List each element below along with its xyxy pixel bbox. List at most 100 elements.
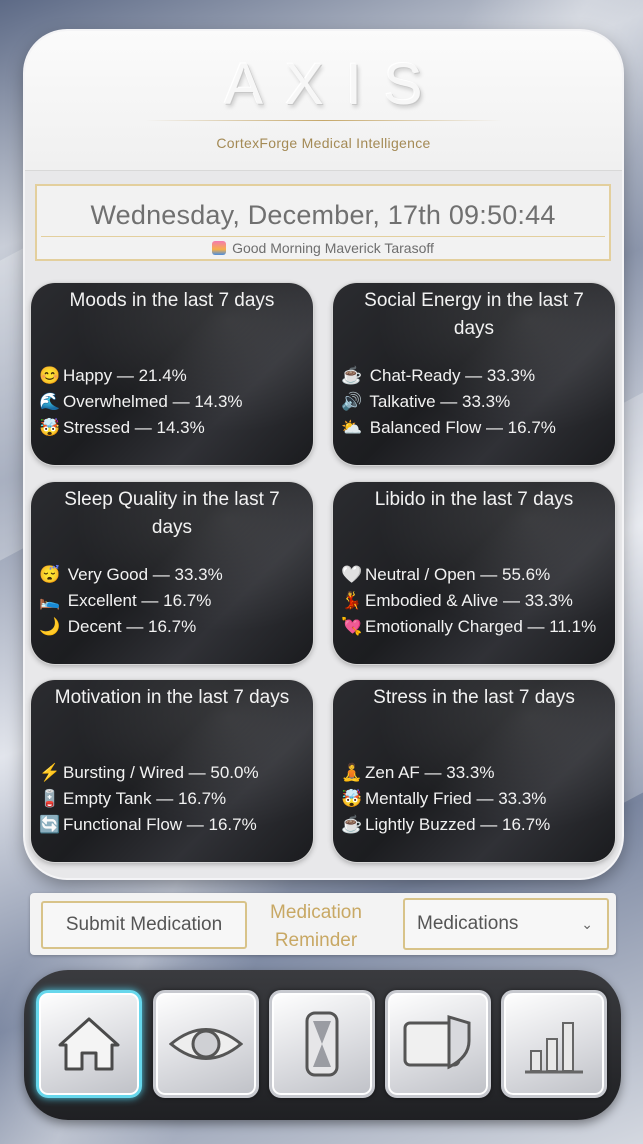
nav-stats-button[interactable] bbox=[501, 990, 607, 1098]
item-text: Emotionally Charged — 11.1% bbox=[365, 617, 597, 636]
list-item: 🔄 Functional Flow — 16.7% bbox=[39, 812, 305, 838]
coffee-icon: ☕ bbox=[341, 815, 363, 834]
item-text: Neutral / Open — 55.6% bbox=[365, 565, 551, 584]
wave-icon: 🌊 bbox=[39, 392, 61, 411]
list-item: 🪫 Empty Tank — 16.7% bbox=[39, 786, 305, 812]
heart-arrow-icon: 💘 bbox=[341, 617, 363, 636]
app-header: AXIS CortexForge Medical Intelligence bbox=[25, 31, 622, 171]
medications-select[interactable]: Medications ⌄ bbox=[403, 898, 609, 950]
moods-card[interactable]: Moods in the last 7 days 😊 Happy — 21.4% … bbox=[31, 283, 313, 465]
stress-card[interactable]: Stress in the last 7 days 🧘 Zen AF — 33.3… bbox=[333, 680, 615, 862]
bottom-nav bbox=[24, 970, 621, 1120]
app-subtitle: CortexForge Medical Intelligence bbox=[216, 135, 431, 151]
dancer-icon: 💃 bbox=[341, 591, 363, 610]
card-title: Sleep Quality in the last 7 days bbox=[64, 489, 280, 538]
item-text: Chat-Ready — 33.3% bbox=[369, 366, 536, 385]
item-text: Zen AF — 33.3% bbox=[365, 763, 495, 782]
list-item: ⛅ Balanced Flow — 16.7% bbox=[341, 415, 607, 441]
list-item: 🔊 Talkative — 33.3% bbox=[341, 389, 607, 415]
card-list: 🤍 Neutral / Open — 55.6% 💃 Embodied & Aliv… bbox=[333, 552, 615, 640]
card-title: Motivation in the last 7 days bbox=[54, 687, 290, 708]
list-item: ☕ Chat-Ready — 33.3% bbox=[341, 363, 607, 389]
item-text: Lightly Buzzed — 16.7% bbox=[365, 815, 551, 834]
list-item: 🤯 Mentally Fried — 33.3% bbox=[341, 786, 607, 812]
libido-card[interactable]: Libido in the last 7 days 🤍 Neutral / Ope… bbox=[333, 482, 615, 664]
card-list: 😴 Very Good — 33.3% 🛌 Excellent — 16.7% … bbox=[31, 552, 313, 640]
lightning-icon: ⚡ bbox=[39, 763, 61, 782]
motivation-card[interactable]: Motivation in the last 7 days ⚡ Bursting … bbox=[31, 680, 313, 862]
list-item: 🤯 Stressed — 14.3% bbox=[39, 415, 305, 441]
sleeping-face-icon: 😴 bbox=[39, 565, 61, 584]
sun-cloud-icon: ⛅ bbox=[341, 418, 363, 437]
exploding-head-icon: 🤯 bbox=[341, 789, 363, 808]
smile-icon: 😊 bbox=[39, 366, 61, 385]
submit-medication-button[interactable]: Submit Medication bbox=[41, 901, 247, 949]
moon-icon: 🌙 bbox=[39, 617, 61, 636]
item-text: Overwhelmed — 14.3% bbox=[63, 392, 243, 411]
item-text: Empty Tank — 16.7% bbox=[63, 789, 227, 808]
list-item: 💃 Embodied & Alive — 33.3% bbox=[341, 588, 607, 614]
shield-card-icon bbox=[403, 1014, 471, 1070]
list-item: 🤍 Neutral / Open — 55.6% bbox=[341, 562, 607, 588]
item-text: Decent — 16.7% bbox=[67, 617, 197, 636]
sleep-quality-card[interactable]: Sleep Quality in the last 7 days 😴 Very … bbox=[31, 482, 313, 664]
list-item: 😴 Very Good — 33.3% bbox=[39, 562, 305, 588]
card-title: Stress in the last 7 days bbox=[373, 687, 575, 708]
list-item: 🛌 Excellent — 16.7% bbox=[39, 588, 305, 614]
greeting: Good Morning Maverick Tarasoff bbox=[37, 240, 609, 256]
chevron-down-icon: ⌄ bbox=[581, 916, 593, 932]
main-panel: AXIS CortexForge Medical Intelligence We… bbox=[25, 31, 622, 878]
list-item: 😊 Happy — 21.4% bbox=[39, 363, 305, 389]
meditation-icon: 🧘 bbox=[341, 763, 363, 782]
item-text: Happy — 21.4% bbox=[63, 366, 187, 385]
list-item: ⚡ Bursting / Wired — 50.0% bbox=[39, 760, 305, 786]
nav-shield-card-button[interactable] bbox=[385, 990, 491, 1098]
white-heart-icon: 🤍 bbox=[341, 565, 363, 584]
nav-home-button[interactable] bbox=[36, 990, 142, 1098]
nav-hourglass-button[interactable] bbox=[269, 990, 375, 1098]
nav-eye-button[interactable] bbox=[153, 990, 259, 1098]
coffee-icon: ☕ bbox=[341, 366, 363, 385]
item-text: Talkative — 33.3% bbox=[369, 392, 511, 411]
card-title: Moods in the last 7 days bbox=[69, 290, 275, 311]
app-logo: AXIS bbox=[224, 52, 445, 117]
social-energy-card[interactable]: Social Energy in the last 7 days ☕ Chat-… bbox=[333, 283, 615, 465]
list-item: 🌊 Overwhelmed — 14.3% bbox=[39, 389, 305, 415]
medication-reminder-label[interactable]: Medication Reminder bbox=[254, 899, 378, 955]
item-text: Bursting / Wired — 50.0% bbox=[63, 763, 259, 782]
speaker-icon: 🔊 bbox=[341, 392, 363, 411]
list-item: 🧘 Zen AF — 33.3% bbox=[341, 760, 607, 786]
item-text: Functional Flow — 16.7% bbox=[63, 815, 257, 834]
item-text: Excellent — 16.7% bbox=[67, 591, 212, 610]
item-text: Stressed — 14.3% bbox=[63, 418, 205, 437]
greeting-text: Good Morning Maverick Tarasoff bbox=[232, 240, 434, 256]
card-list: ☕ Chat-Ready — 33.3% 🔊 Talkative — 33.3%… bbox=[333, 353, 615, 441]
bed-icon: 🛌 bbox=[39, 591, 61, 610]
item-text: Mentally Fried — 33.3% bbox=[365, 789, 547, 808]
header-divider bbox=[145, 120, 502, 121]
card-list: 🧘 Zen AF — 33.3% 🤯 Mentally Fried — 33.3% … bbox=[333, 750, 615, 838]
item-text: Very Good — 33.3% bbox=[67, 565, 223, 584]
low-battery-icon: 🪫 bbox=[39, 789, 61, 808]
card-title: Social Energy in the last 7 days bbox=[364, 290, 584, 339]
list-item: ☕ Lightly Buzzed — 16.7% bbox=[341, 812, 607, 838]
item-text: Balanced Flow — 16.7% bbox=[369, 418, 556, 437]
refresh-icon: 🔄 bbox=[39, 815, 61, 834]
hourglass-icon bbox=[305, 1011, 339, 1077]
medications-select-value: Medications bbox=[417, 913, 519, 934]
card-list: 😊 Happy — 21.4% 🌊 Overwhelmed — 14.3% 🤯 Str… bbox=[31, 353, 313, 441]
datetime-text: Wednesday, December, 17th 09:50:44 bbox=[90, 200, 556, 230]
bar-chart-icon bbox=[525, 1022, 583, 1074]
exploding-head-icon: 🤯 bbox=[39, 418, 61, 437]
home-icon bbox=[58, 1017, 120, 1071]
greeting-divider bbox=[41, 236, 605, 237]
datetime-box: Wednesday, December, 17th 09:50:44 Good … bbox=[35, 184, 611, 261]
item-text: Embodied & Alive — 33.3% bbox=[365, 591, 573, 610]
card-title: Libido in the last 7 days bbox=[374, 489, 574, 510]
sunrise-icon bbox=[212, 241, 227, 255]
card-list: ⚡ Bursting / Wired — 50.0% 🪫 Empty Tank — … bbox=[31, 750, 313, 838]
list-item: 💘 Emotionally Charged — 11.1% bbox=[341, 614, 607, 640]
eye-icon bbox=[169, 1028, 243, 1060]
medication-bar: Submit Medication Medication Reminder Me… bbox=[30, 893, 616, 955]
list-item: 🌙 Decent — 16.7% bbox=[39, 614, 305, 640]
